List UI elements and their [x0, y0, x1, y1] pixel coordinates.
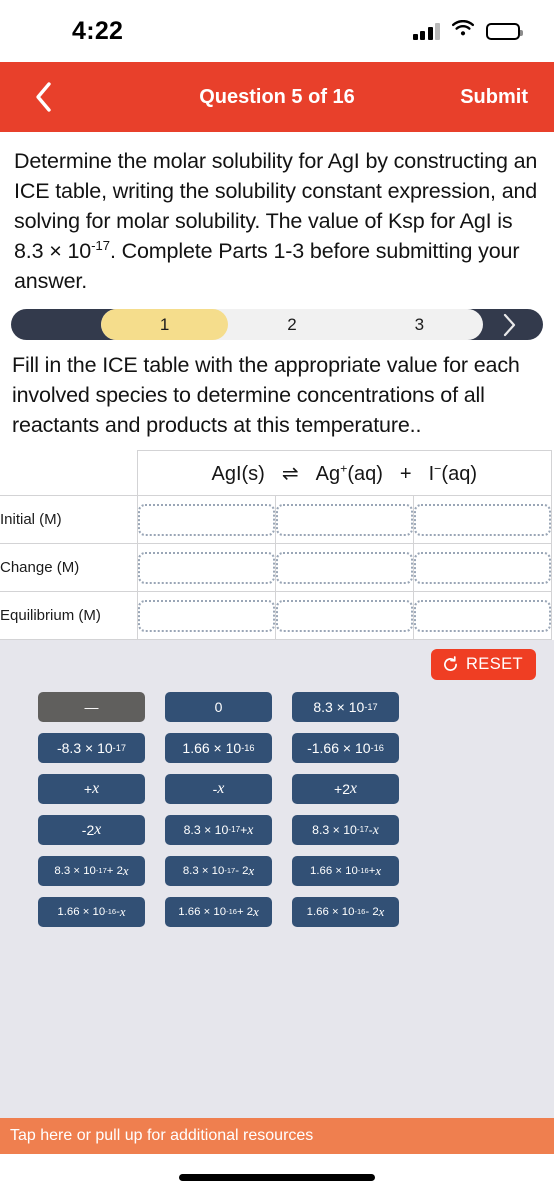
submit-button[interactable]: Submit [460, 86, 528, 109]
answer-tile[interactable]: +2 x [290, 772, 401, 806]
parts-step-track: 1 2 3 [101, 309, 483, 340]
answer-tile[interactable]: -2 x [36, 813, 147, 847]
cell-change-i [412, 543, 553, 592]
answer-tile[interactable]: 8.3 × 10 -17 + 2x [36, 854, 147, 888]
answer-tiles-list: — 0 8.3 × 10 -17 -8.3 × 10 -17 1.66 × 10 -16 -1.… [0, 690, 554, 929]
reset-circular-arrow-icon [444, 656, 457, 671]
row-label-initial: Initial (M) [0, 495, 138, 544]
reset-button-label: RESET [465, 655, 523, 673]
equation-product-2-state: (aq) [441, 462, 477, 485]
cell-initial-i [412, 495, 553, 544]
answer-tile[interactable]: 1.66 × 10 -16 - x [36, 895, 147, 929]
answer-tile[interactable]: 1.66 × 10 -16 + x [290, 854, 401, 888]
battery-icon [486, 22, 523, 40]
answer-tile[interactable]: 8.3 × 10 -17 + x [163, 813, 274, 847]
part-instruction: Fill in the ICE table with the appropria… [12, 353, 520, 437]
equation-plus-sign: + [399, 462, 412, 485]
equation-product-1: Ag [315, 462, 341, 485]
table-row: Initial (M) [0, 495, 553, 544]
cell-initial-ag [274, 495, 414, 544]
equation-reactant: AgI(s) [211, 462, 265, 485]
question-content: Determine the molar solubility for AgI b… [0, 132, 554, 1118]
answer-tile[interactable]: 8.3 × 10 -17 - x [290, 813, 401, 847]
answer-tile-placeholder[interactable]: — [36, 690, 147, 724]
additional-resources-bar[interactable]: Tap here or pull up for additional resou… [0, 1118, 554, 1154]
answer-tile[interactable]: 1.66 × 10 -16 + 2x [163, 895, 274, 929]
question-prompt: Determine the molar solubility for AgI b… [0, 132, 554, 302]
answer-tile[interactable]: -x [163, 772, 274, 806]
answer-tile-tray: RESET — 0 8.3 × 10 -17 -8.3 × 10 -17 1.66 × 10… [0, 640, 554, 1118]
equation-product-1-state: (aq) [347, 462, 383, 485]
dropzone-change-i[interactable] [413, 551, 551, 584]
ice-table: AgI(s) ⇌ Ag+(aq) + I−(aq) Initial (M) Change… [0, 450, 553, 640]
ice-table-header-row: AgI(s) ⇌ Ag+(aq) + I−(aq) [0, 450, 552, 496]
table-row: Change (M) [0, 543, 553, 592]
ksp-exponent: -17 [91, 237, 110, 253]
cell-change-ag [274, 543, 414, 592]
cell-initial-agi [136, 495, 276, 544]
step-tab-3[interactable]: 3 [356, 309, 483, 340]
home-indicator [179, 1173, 375, 1181]
chevron-right-icon [503, 313, 515, 336]
dropzone-equilibrium-i[interactable] [413, 599, 551, 632]
app-header-bar: Question 5 of 16 Submit [0, 62, 554, 132]
equilibrium-arrow-icon: ⇌ [281, 462, 299, 485]
cellular-signal-icon [412, 22, 440, 40]
cell-equilibrium-ag [274, 591, 414, 640]
chevron-left-icon [36, 82, 51, 112]
dropzone-equilibrium-ag[interactable] [275, 599, 413, 632]
parts-stepper: 1 2 3 [11, 309, 543, 340]
ice-table-corner-cell [0, 450, 138, 496]
chemical-equation-header: AgI(s) ⇌ Ag+(aq) + I−(aq) [136, 450, 552, 496]
app-root: 4:22 Question 5 of 16 Submit Determine t… [0, 0, 554, 1200]
answer-tile[interactable]: -8.3 × 10 -17 [36, 731, 147, 765]
cell-equilibrium-agi [136, 591, 276, 640]
dropzone-equilibrium-agi[interactable] [137, 599, 275, 632]
home-indicator-area [0, 1154, 554, 1200]
answer-tile[interactable]: 8.3 × 10 -17 - 2x [163, 854, 274, 888]
ice-table-container: AgI(s) ⇌ Ag+(aq) + I−(aq) Initial (M) Change… [0, 448, 554, 640]
answer-tile[interactable]: 1.66 × 10 -16 [163, 731, 274, 765]
answer-tile[interactable]: -1.66 × 10 -16 [290, 731, 401, 765]
status-bar-icons [412, 19, 523, 43]
status-bar-clock: 4:22 [72, 16, 124, 45]
reset-button[interactable]: RESET [430, 649, 536, 680]
dropzone-initial-ag[interactable] [275, 503, 413, 536]
dropzone-change-agi[interactable] [137, 551, 275, 584]
next-part-button[interactable] [483, 313, 535, 337]
parts-stepper-wrapper: 1 2 3 [0, 302, 554, 344]
step-tab-2[interactable]: 2 [228, 309, 355, 340]
dropzone-initial-agi[interactable] [137, 503, 275, 536]
answer-tile[interactable]: 1.66 × 10 -16 - 2x [290, 895, 401, 929]
cell-equilibrium-i [412, 591, 553, 640]
dropzone-change-ag[interactable] [275, 551, 413, 584]
ios-status-bar: 4:22 [0, 0, 554, 62]
additional-resources-label: Tap here or pull up for additional resou… [10, 1127, 314, 1144]
answer-tile[interactable]: + x [36, 772, 147, 806]
back-button[interactable] [26, 80, 60, 114]
row-label-change: Change (M) [0, 543, 138, 592]
answer-tile[interactable]: 8.3 × 10 -17 [290, 690, 401, 724]
cell-change-agi [136, 543, 276, 592]
answer-tile[interactable]: 0 [163, 690, 274, 724]
wifi-icon [451, 19, 475, 43]
step-tab-1[interactable]: 1 [101, 309, 229, 340]
row-label-equilibrium: Equilibrium (M) [0, 591, 138, 640]
reset-row: RESET [0, 649, 554, 690]
table-row: Equilibrium (M) [0, 591, 553, 640]
dropzone-initial-i[interactable] [413, 503, 551, 536]
